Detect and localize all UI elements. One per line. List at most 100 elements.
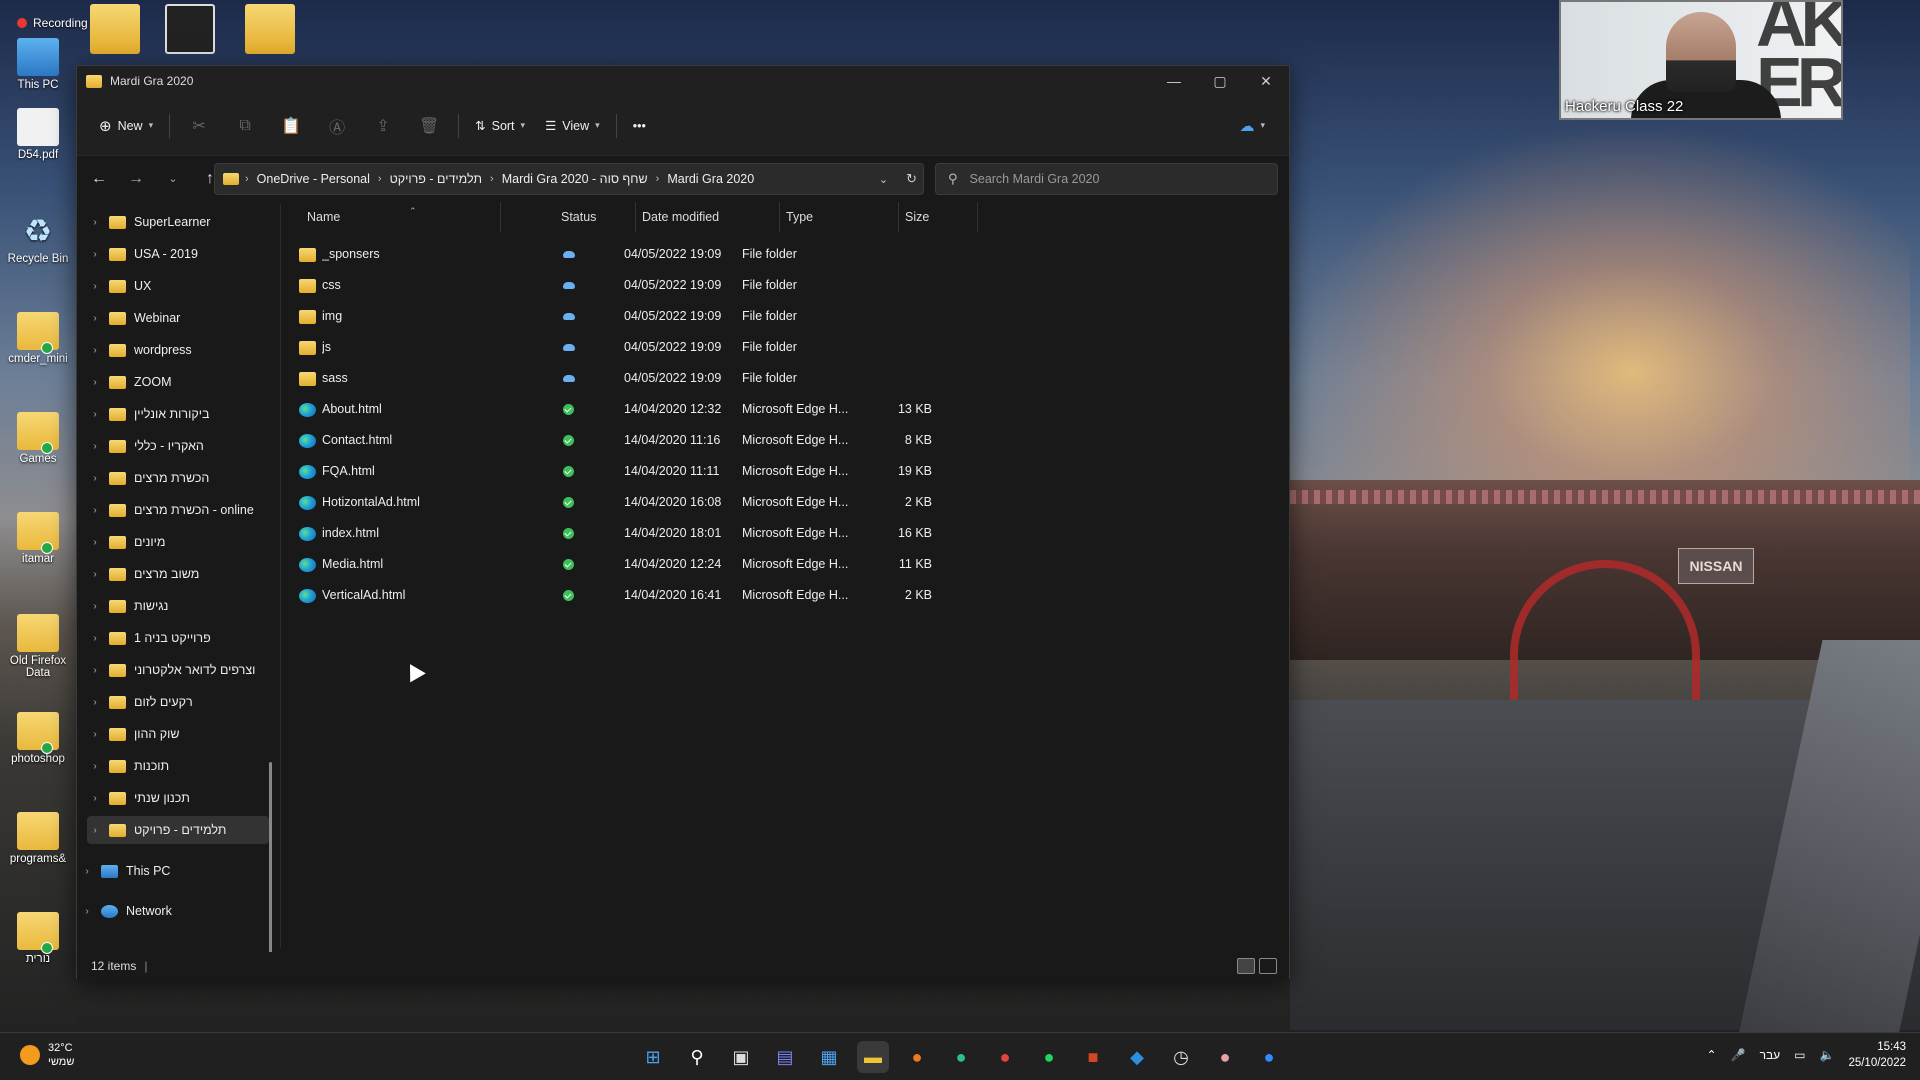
file-row[interactable]: About.html 14/04/2020 12:32 Microsoft Edge… bbox=[291, 394, 971, 425]
microphone-icon[interactable]: 🎤 bbox=[1731, 1048, 1746, 1062]
desktop-icon-pdf[interactable]: D54.pdf bbox=[0, 108, 76, 161]
column-header-name[interactable]: Name ⌃ bbox=[301, 202, 501, 232]
nav-item[interactable]: › הכשרת מרצים bbox=[87, 464, 269, 492]
nav-item[interactable]: › UX bbox=[87, 272, 269, 300]
file-row[interactable]: Media.html 14/04/2020 12:24 Microsoft Edge… bbox=[291, 549, 971, 580]
powerpoint-icon[interactable]: ■ bbox=[1077, 1041, 1109, 1073]
nav-item[interactable]: › תכנון שנתי bbox=[87, 784, 269, 812]
view-button[interactable]: ☰ View ▾ bbox=[535, 110, 610, 142]
nav-item[interactable]: › הכשרת מרצים - online bbox=[87, 496, 269, 524]
chevron-right-icon[interactable]: › bbox=[79, 866, 95, 877]
chevron-right-icon[interactable]: › bbox=[87, 473, 103, 484]
onedrive-button[interactable]: ☁ ▾ bbox=[1229, 110, 1275, 142]
chevron-right-icon[interactable]: › bbox=[87, 601, 103, 612]
rename-icon[interactable]: Ⓐ bbox=[321, 110, 353, 142]
nav-item[interactable]: › וצרפים לדואר אלקטרוני bbox=[87, 656, 269, 684]
back-arrow-icon[interactable]: ← bbox=[84, 164, 114, 194]
start-icon[interactable]: ⊞ bbox=[637, 1041, 669, 1073]
firefox-icon[interactable]: ● bbox=[901, 1041, 933, 1073]
chevron-down-icon[interactable]: ⌄ bbox=[879, 173, 888, 186]
file-explorer-icon[interactable]: ▬ bbox=[857, 1041, 889, 1073]
file-row[interactable]: img 04/05/2022 19:09 File folder bbox=[291, 301, 971, 332]
recent-locations-icon[interactable]: ⌄ bbox=[158, 164, 188, 194]
file-row[interactable]: Contact.html 14/04/2020 11:16 Microsoft Ed… bbox=[291, 425, 971, 456]
file-row[interactable]: sass 04/05/2022 19:09 File folder bbox=[291, 363, 971, 394]
share-icon[interactable]: ⇪ bbox=[367, 110, 399, 142]
chevron-right-icon[interactable]: › bbox=[87, 281, 103, 292]
column-header-type[interactable]: Type bbox=[780, 202, 899, 232]
chevron-right-icon[interactable]: › bbox=[87, 793, 103, 804]
chevron-right-icon[interactable]: › bbox=[79, 906, 95, 917]
nav-item[interactable]: › ZOOM bbox=[87, 368, 269, 396]
column-header-size[interactable]: Size bbox=[899, 202, 978, 232]
cut-icon[interactable]: ✂ bbox=[183, 110, 215, 142]
title-bar[interactable]: Mardi Gra 2020 — ▢ ✕ bbox=[77, 66, 1289, 96]
chevron-right-icon[interactable]: › bbox=[87, 217, 103, 228]
file-row[interactable]: _sponsers 04/05/2022 19:09 File folder bbox=[291, 239, 971, 270]
nav-item[interactable]: › משוב מרצים bbox=[87, 560, 269, 588]
nav-item-selected[interactable]: › תלמידים - פרויקט bbox=[87, 816, 269, 844]
desktop-icon-photoshop[interactable]: photoshop bbox=[0, 712, 76, 765]
desktop-icon-old-firefox[interactable]: Old Firefox Data bbox=[0, 614, 76, 679]
minimize-button[interactable]: — bbox=[1151, 66, 1197, 96]
vscode-icon[interactable]: ◆ bbox=[1121, 1041, 1153, 1073]
column-header-date[interactable]: Date modified bbox=[636, 202, 780, 232]
avatar-app-icon[interactable]: ● bbox=[1209, 1041, 1241, 1073]
timer-icon[interactable]: ◷ bbox=[1165, 1041, 1197, 1073]
file-row[interactable]: VerticalAd.html 14/04/2020 16:41 Microsoft… bbox=[291, 580, 971, 611]
chevron-right-icon[interactable]: › bbox=[87, 729, 103, 740]
nav-item[interactable]: › Webinar bbox=[87, 304, 269, 332]
desktop-icon-programs[interactable]: programs& bbox=[0, 812, 76, 865]
nav-item[interactable]: › האקריו - כללי bbox=[87, 432, 269, 460]
store-icon[interactable]: ▦ bbox=[813, 1041, 845, 1073]
nav-item[interactable]: › מיונים bbox=[87, 528, 269, 556]
copy-icon[interactable]: ⧉ bbox=[229, 110, 261, 142]
folder-icon[interactable] bbox=[90, 4, 140, 54]
breadcrumb-students[interactable]: תלמידים - פרויקט bbox=[390, 172, 482, 186]
breadcrumb-current[interactable]: Mardi Gra 2020 bbox=[667, 172, 754, 186]
new-button[interactable]: ⊕ New ▾ bbox=[89, 110, 163, 142]
network-icon[interactable]: ▭ bbox=[1794, 1048, 1805, 1062]
details-view-icon[interactable] bbox=[1237, 958, 1255, 974]
desktop-icon-itamar[interactable]: itamar bbox=[0, 512, 76, 565]
nav-scrollbar[interactable] bbox=[269, 762, 272, 952]
nav-item[interactable]: › wordpress bbox=[87, 336, 269, 364]
chevron-right-icon[interactable]: › bbox=[87, 633, 103, 644]
chevron-right-icon[interactable]: › bbox=[87, 697, 103, 708]
chevron-right-icon[interactable]: › bbox=[87, 761, 103, 772]
refresh-icon[interactable]: ↻ bbox=[906, 171, 917, 187]
desktop-icon-nurit[interactable]: נורית bbox=[0, 912, 76, 965]
search-icon[interactable]: ⚲ bbox=[681, 1041, 713, 1073]
breadcrumb-project[interactable]: Mardi Gra 2020 - שחף סוה bbox=[502, 172, 648, 186]
task-view-icon[interactable]: ▣ bbox=[725, 1041, 757, 1073]
nav-item[interactable]: › שוק ההון bbox=[87, 720, 269, 748]
nav-item[interactable]: › תוכנות bbox=[87, 752, 269, 780]
desktop-icon-recycle-bin[interactable]: ♻ Recycle Bin bbox=[0, 212, 76, 265]
chevron-right-icon[interactable]: › bbox=[87, 345, 103, 356]
nav-item[interactable]: › פרוייקט בניה 1 bbox=[87, 624, 269, 652]
nav-item-network[interactable]: › Network bbox=[79, 897, 261, 925]
image-file-icon[interactable] bbox=[165, 4, 215, 54]
nav-item[interactable]: › ביקורות אונליין bbox=[87, 400, 269, 428]
desktop-icon-cmder[interactable]: cmder_mini bbox=[0, 312, 76, 365]
large-icons-view-icon[interactable] bbox=[1259, 958, 1277, 974]
nav-item-this-pc[interactable]: › This PC bbox=[79, 857, 261, 885]
file-row[interactable]: css 04/05/2022 19:09 File folder bbox=[291, 270, 971, 301]
chevron-right-icon[interactable]: › bbox=[87, 505, 103, 516]
language-indicator[interactable]: עבר bbox=[1760, 1048, 1781, 1062]
volume-icon[interactable]: 🔈 bbox=[1819, 1048, 1834, 1062]
more-options-button[interactable]: ••• bbox=[623, 110, 656, 142]
desktop-icon-this-pc[interactable]: This PC bbox=[0, 38, 76, 91]
clock[interactable]: 15:43 25/10/2022 bbox=[1848, 1039, 1906, 1071]
forward-arrow-icon[interactable]: → bbox=[121, 164, 151, 194]
chevron-right-icon[interactable]: › bbox=[87, 377, 103, 388]
desktop-icon-games[interactable]: Games bbox=[0, 412, 76, 465]
nav-item[interactable]: › USA - 2019 bbox=[87, 240, 269, 268]
chevron-up-icon[interactable]: ⌃ bbox=[1707, 1048, 1717, 1062]
weather-widget[interactable]: 32°C שמשי bbox=[20, 1041, 74, 1069]
file-row[interactable]: js 04/05/2022 19:09 File folder bbox=[291, 332, 971, 363]
search-input[interactable]: ⚲ Search Mardi Gra 2020 bbox=[935, 163, 1278, 195]
folder-icon[interactable] bbox=[245, 4, 295, 54]
edge-icon[interactable]: ● bbox=[945, 1041, 977, 1073]
chevron-right-icon[interactable]: › bbox=[87, 313, 103, 324]
